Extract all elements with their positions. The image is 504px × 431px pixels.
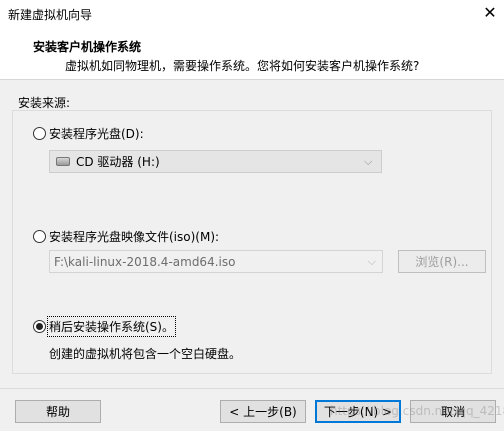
back-button[interactable]: < 上一步(B) xyxy=(220,400,306,423)
chevron-down-icon: ⌵ xyxy=(367,255,376,268)
title-bar: 新建虚拟机向导 ✕ xyxy=(0,0,504,28)
radio-later-option[interactable]: 稍后安装操作系统(S)。 xyxy=(33,316,176,337)
chevron-down-icon: ⌵ xyxy=(364,155,373,168)
iso-path-combo[interactable]: F:\kali-linux-2018.4-amd64.iso ⌵ xyxy=(49,250,383,273)
radio-disc-option[interactable]: 安装程序光盘(D): xyxy=(33,125,144,142)
watermark: https://blog.csdn.net/qq_42181 xyxy=(330,404,504,418)
footer-divider xyxy=(0,388,504,389)
disc-drive-select[interactable]: CD 驱动器 (H:) ⌵ xyxy=(49,150,382,173)
radio-later[interactable] xyxy=(33,320,46,333)
wizard-header: 安装客户机操作系统 虚拟机如同物理机，需要操作系统。您将如何安装客户机操作系统? xyxy=(0,28,504,80)
later-description: 创建的虚拟机将包含一个空白硬盘。 xyxy=(49,347,242,361)
browse-button[interactable]: 浏览(R)... xyxy=(398,250,486,273)
radio-disc[interactable] xyxy=(33,127,46,140)
cd-drive-icon xyxy=(56,157,70,166)
radio-disc-label[interactable]: 安装程序光盘(D): xyxy=(49,125,144,142)
radio-iso[interactable] xyxy=(33,230,46,243)
radio-later-label[interactable]: 稍后安装操作系统(S)。 xyxy=(47,316,176,337)
page-subtitle: 虚拟机如同物理机，需要操作系统。您将如何安装客户机操作系统? xyxy=(65,59,420,73)
install-source-label: 安装来源: xyxy=(18,96,71,110)
iso-path-value: F:\kali-linux-2018.4-amd64.iso xyxy=(54,254,236,269)
radio-iso-label[interactable]: 安装程序光盘映像文件(iso)(M): xyxy=(49,228,219,245)
window-title: 新建虚拟机向导 xyxy=(8,8,93,22)
page-title: 安装客户机操作系统 xyxy=(33,40,142,54)
help-button[interactable]: 帮助 xyxy=(15,400,101,423)
disc-drive-value: CD 驱动器 (H:) xyxy=(76,155,160,169)
radio-iso-option[interactable]: 安装程序光盘映像文件(iso)(M): xyxy=(33,228,219,245)
close-icon[interactable]: ✕ xyxy=(476,0,504,28)
